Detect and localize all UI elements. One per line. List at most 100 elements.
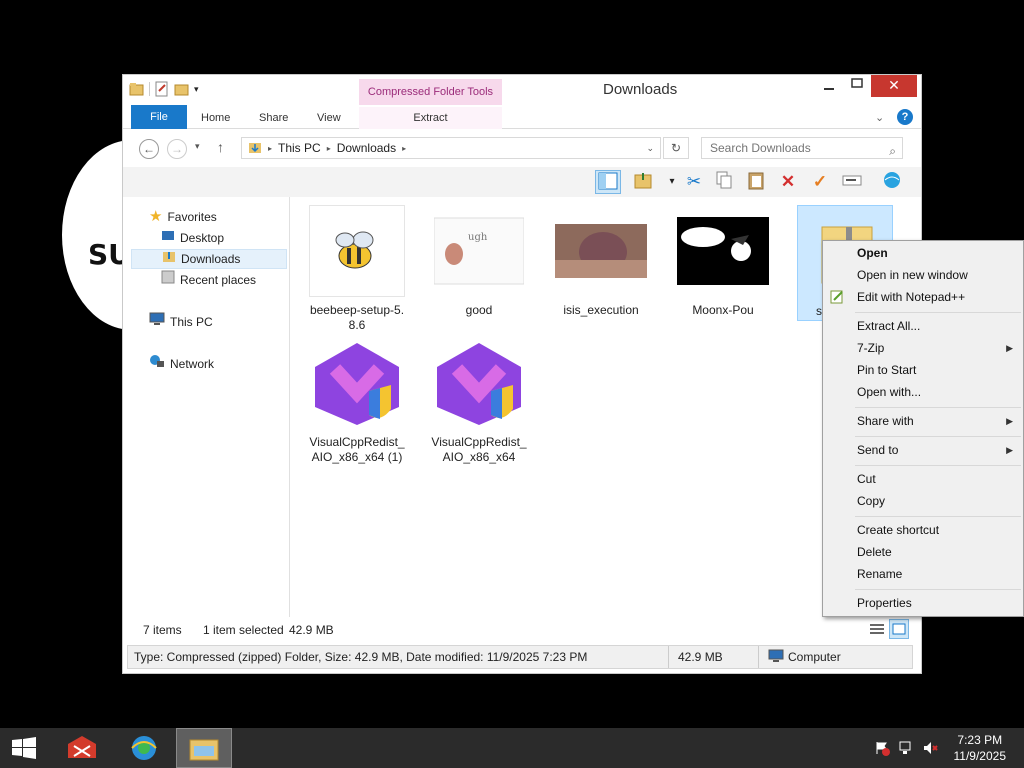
search-input[interactable] bbox=[710, 141, 870, 155]
menu-separator bbox=[855, 465, 1021, 466]
selection-size: 42.9 MB bbox=[289, 623, 334, 637]
file-item[interactable]: VisualCppRedist_ AIO_x86_x64 (1) bbox=[309, 337, 405, 465]
pane-divider[interactable] bbox=[289, 197, 290, 617]
minimize-button[interactable] bbox=[817, 75, 841, 97]
close-button[interactable]: ✕ bbox=[871, 75, 917, 97]
menu-copy[interactable]: Copy bbox=[857, 494, 885, 508]
context-menu: Open Open in new window Edit with Notepa… bbox=[822, 240, 1024, 617]
nav-favorites[interactable]: ★ Favorites bbox=[149, 207, 217, 227]
up-button[interactable]: ↑ bbox=[217, 139, 224, 155]
action-center-flag-icon[interactable] bbox=[874, 740, 890, 756]
file-item[interactable]: beebeep-setup-5. 8.6 bbox=[309, 205, 405, 333]
file-label: VisualCppRedist_ AIO_x86_x64 bbox=[431, 435, 527, 464]
nav-desktop[interactable]: Desktop bbox=[161, 228, 224, 248]
clock[interactable]: 7:23 PM 11/9/2025 bbox=[954, 732, 1007, 764]
qat-dropdown-icon[interactable]: ▾ bbox=[194, 81, 210, 97]
internet-explorer-icon[interactable] bbox=[116, 728, 172, 768]
file-item[interactable]: ugh good bbox=[431, 205, 527, 318]
taskbar: 7:23 PM 11/9/2025 bbox=[0, 728, 1024, 768]
forward-button[interactable]: → bbox=[167, 139, 187, 159]
menu-delete[interactable]: Delete bbox=[857, 545, 892, 559]
title-bar[interactable]: ▾ Compressed Folder Tools Downloads ✕ bbox=[123, 75, 921, 105]
menu-separator bbox=[855, 312, 1021, 313]
menu-separator bbox=[855, 407, 1021, 408]
qat-divider bbox=[149, 82, 150, 96]
maximize-button[interactable] bbox=[845, 75, 869, 97]
selection-count: 1 item selected bbox=[203, 623, 284, 637]
file-item[interactable]: VisualCppRedist_ AIO_x86_x64 bbox=[431, 337, 527, 465]
nav-favorites-label: Favorites bbox=[167, 210, 217, 224]
nav-this-pc[interactable]: This PC bbox=[149, 312, 213, 332]
rename-icon[interactable] bbox=[839, 170, 865, 194]
check-icon[interactable]: ✓ bbox=[807, 170, 833, 194]
divider bbox=[758, 646, 759, 668]
search-icon[interactable]: ⌕ bbox=[889, 141, 896, 161]
ribbon-tabs: File Home Share View Extract ⌄ ? bbox=[123, 105, 921, 129]
image-thumbnail bbox=[675, 205, 771, 297]
submenu-arrow-icon: ▶ bbox=[1006, 445, 1013, 455]
globe-icon[interactable] bbox=[879, 170, 905, 194]
volume-muted-icon[interactable] bbox=[922, 740, 938, 756]
preview-pane-icon[interactable] bbox=[595, 170, 621, 194]
downloads-folder-icon bbox=[248, 140, 262, 157]
breadcrumb-this-pc[interactable]: This PC bbox=[278, 141, 321, 155]
recent-locations-icon[interactable]: ▾ bbox=[195, 141, 200, 152]
bee-icon bbox=[309, 205, 405, 297]
address-bar[interactable]: ▸ This PC ▸ Downloads ▸ ⌄ bbox=[241, 137, 661, 159]
menu-create-shortcut[interactable]: Create shortcut bbox=[857, 523, 939, 537]
paste-icon[interactable] bbox=[743, 170, 769, 194]
breadcrumb-chevron-icon: ▸ bbox=[402, 143, 407, 153]
address-dropdown-icon[interactable]: ⌄ bbox=[646, 143, 654, 154]
tab-file[interactable]: File bbox=[131, 105, 187, 129]
back-button[interactable]: ← bbox=[139, 139, 159, 159]
tab-home[interactable]: Home bbox=[201, 107, 230, 129]
file-item[interactable]: isis_execution bbox=[553, 205, 649, 318]
new-folder-icon[interactable] bbox=[174, 81, 190, 97]
menu-open-new-window[interactable]: Open in new window bbox=[857, 268, 968, 282]
folder-icon[interactable] bbox=[129, 81, 145, 97]
menu-pin-start[interactable]: Pin to Start bbox=[857, 363, 916, 377]
menu-cut[interactable]: Cut bbox=[857, 472, 876, 486]
folder-options-icon[interactable] bbox=[631, 170, 657, 194]
submenu-arrow-icon: ▶ bbox=[1006, 343, 1013, 353]
menu-extract-all[interactable]: Extract All... bbox=[857, 319, 920, 333]
menu-edit-notepad[interactable]: Edit with Notepad++ bbox=[857, 290, 965, 304]
tab-extract[interactable]: Extract bbox=[359, 107, 502, 129]
menu-7zip[interactable]: 7-Zip bbox=[857, 341, 884, 355]
computer-icon bbox=[149, 312, 165, 332]
cut-icon[interactable]: ✂ bbox=[681, 170, 707, 194]
nav-downloads[interactable]: Downloads bbox=[131, 249, 287, 269]
breadcrumb-downloads[interactable]: Downloads bbox=[337, 141, 396, 155]
toolbox-app-icon[interactable] bbox=[54, 728, 110, 768]
delete-icon[interactable]: ✕ bbox=[775, 170, 801, 194]
tab-share[interactable]: Share bbox=[259, 107, 288, 129]
quick-access-toolbar: ▾ bbox=[129, 81, 210, 97]
menu-open-with[interactable]: Open with... bbox=[857, 385, 921, 399]
nav-recent-places[interactable]: Recent places bbox=[161, 270, 256, 290]
clock-time: 7:23 PM bbox=[957, 733, 1003, 747]
menu-properties[interactable]: Properties bbox=[857, 596, 912, 610]
menu-open[interactable]: Open bbox=[857, 246, 888, 260]
recent-places-icon bbox=[161, 270, 175, 290]
help-icon[interactable]: ? bbox=[897, 109, 913, 125]
file-explorer-taskbar-icon[interactable] bbox=[176, 728, 232, 768]
clock-date: 11/9/2025 bbox=[953, 749, 1007, 763]
tab-view[interactable]: View bbox=[317, 107, 341, 129]
file-label: beebeep-setup-5. 8.6 bbox=[309, 303, 405, 332]
menu-rename[interactable]: Rename bbox=[857, 567, 902, 581]
windows-start-icon[interactable] bbox=[0, 728, 48, 768]
file-item[interactable]: Moonx-Pou bbox=[675, 205, 771, 318]
refresh-button[interactable]: ↻ bbox=[663, 137, 689, 159]
ribbon-expand-icon[interactable]: ⌄ bbox=[875, 107, 884, 129]
menu-send-to[interactable]: Send to bbox=[857, 443, 898, 457]
nav-downloads-label: Downloads bbox=[181, 252, 241, 266]
details-view-icon[interactable] bbox=[869, 621, 885, 640]
large-icons-view-icon[interactable] bbox=[889, 619, 909, 639]
navigation-bar: ← → ▾ ↑ ▸ This PC ▸ Downloads ▸ ⌄ ↻ ⌕ bbox=[123, 131, 921, 165]
network-tray-icon[interactable] bbox=[898, 740, 914, 756]
menu-share-with[interactable]: Share with bbox=[857, 414, 914, 428]
copy-icon[interactable] bbox=[711, 170, 737, 194]
properties-icon[interactable] bbox=[154, 81, 170, 97]
breadcrumb-chevron-icon: ▸ bbox=[268, 143, 273, 153]
nav-network[interactable]: Network bbox=[149, 354, 214, 374]
